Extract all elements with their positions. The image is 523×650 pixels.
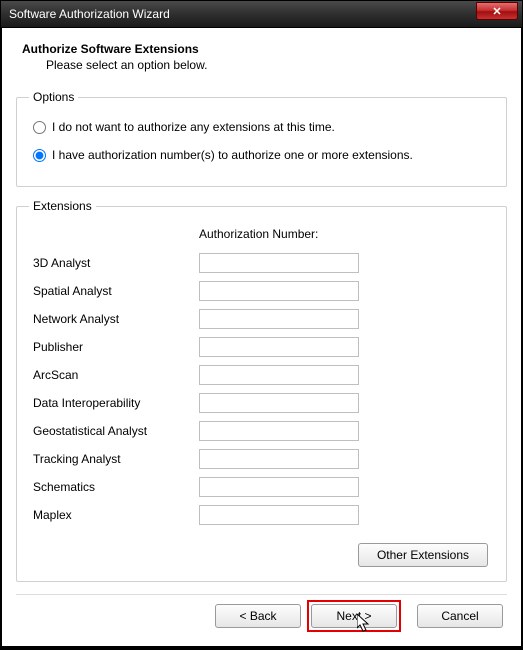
ext-row: Publisher [29, 333, 494, 361]
auth-number-header: Authorization Number: [199, 227, 494, 241]
ext-label: Maplex [29, 508, 199, 522]
ext-input-spatial-analyst[interactable] [199, 281, 359, 301]
ext-label: 3D Analyst [29, 256, 199, 270]
page-subtitle: Please select an option below. [46, 58, 507, 72]
radio-have-numbers-label: I have authorization number(s) to author… [52, 148, 413, 162]
ext-label: Data Interoperability [29, 396, 199, 410]
radio-no-authorize[interactable] [33, 121, 46, 134]
ext-label: ArcScan [29, 368, 199, 382]
ext-input-3d-analyst[interactable] [199, 253, 359, 273]
ext-input-arcscan[interactable] [199, 365, 359, 385]
window-frame: Software Authorization Wizard ✕ Authoriz… [0, 0, 523, 650]
ext-label: Publisher [29, 340, 199, 354]
ext-input-data-interoperability[interactable] [199, 393, 359, 413]
close-button[interactable]: ✕ [476, 2, 518, 20]
ext-label: Schematics [29, 480, 199, 494]
ext-input-network-analyst[interactable] [199, 309, 359, 329]
ext-row: Schematics [29, 473, 494, 501]
ext-row: Spatial Analyst [29, 277, 494, 305]
next-button[interactable]: Next > [311, 604, 397, 628]
radio-have-numbers[interactable] [33, 149, 46, 162]
ext-input-publisher[interactable] [199, 337, 359, 357]
ext-input-maplex[interactable] [199, 505, 359, 525]
page-title: Authorize Software Extensions [22, 42, 507, 56]
ext-input-tracking-analyst[interactable] [199, 449, 359, 469]
footer-separator [16, 594, 507, 595]
next-button-highlight: Next > [307, 600, 401, 632]
ext-row: 3D Analyst [29, 249, 494, 277]
ext-label: Network Analyst [29, 312, 199, 326]
window-title: Software Authorization Wizard [9, 7, 170, 21]
radio-no-authorize-label: I do not want to authorize any extension… [52, 120, 335, 134]
other-extensions-button[interactable]: Other Extensions [358, 543, 488, 567]
ext-input-geostatistical-analyst[interactable] [199, 421, 359, 441]
footer-buttons: < Back Next > Cancel [215, 600, 503, 632]
extensions-group: Extensions Authorization Number: 3D Anal… [16, 199, 507, 582]
ext-row: Network Analyst [29, 305, 494, 333]
options-group: Options I do not want to authorize any e… [16, 90, 507, 187]
ext-row: ArcScan [29, 361, 494, 389]
ext-label: Tracking Analyst [29, 452, 199, 466]
extensions-legend: Extensions [29, 199, 96, 213]
ext-label: Spatial Analyst [29, 284, 199, 298]
ext-row: Maplex [29, 501, 494, 529]
ext-row: Geostatistical Analyst [29, 417, 494, 445]
back-button[interactable]: < Back [215, 604, 301, 628]
options-legend: Options [29, 90, 78, 104]
cancel-button[interactable]: Cancel [417, 604, 503, 628]
titlebar: Software Authorization Wizard ✕ [1, 1, 522, 27]
ext-input-schematics[interactable] [199, 477, 359, 497]
ext-label: Geostatistical Analyst [29, 424, 199, 438]
ext-row: Data Interoperability [29, 389, 494, 417]
client-area: Authorize Software Extensions Please sel… [2, 28, 521, 646]
ext-row: Tracking Analyst [29, 445, 494, 473]
close-icon: ✕ [492, 5, 501, 18]
